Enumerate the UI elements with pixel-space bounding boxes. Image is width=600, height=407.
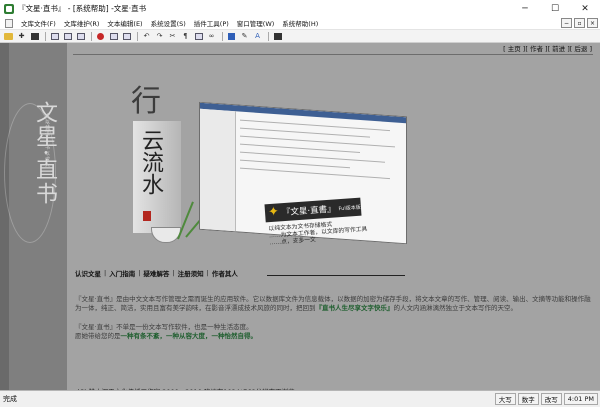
export-icon[interactable]: [121, 31, 132, 41]
cut-icon[interactable]: ✂: [167, 31, 178, 41]
nav-forward-link[interactable]: [ 前进 ]: [548, 43, 570, 53]
intro-paragraph: 『文星·直书』是由中文文本写作管理之需而诞生的应用软件。它以数据库文件为信息载体…: [75, 295, 591, 312]
mdi-minimize-button[interactable]: −: [561, 18, 572, 28]
help-content: [ 主页 ] [ 作者 ] [ 前进 ] [ 后退 ] 行 云流水 ✦ 『文星·…: [67, 43, 600, 396]
toolbar-divider: [222, 31, 223, 41]
stamp-icon[interactable]: [95, 31, 106, 41]
title-bar: 『文星·直书』 - [系统帮助] -文星·直书 ─ ☐ ✕: [0, 0, 600, 17]
star-icon: ✦: [267, 204, 280, 221]
nav-author-link[interactable]: [ 作者 ]: [525, 43, 547, 53]
menu-maintain[interactable]: 文库维护(R): [60, 18, 104, 28]
status-indicators: 大写 数字 改写 4:01 PM: [494, 393, 598, 405]
clock: 4:01 PM: [563, 393, 598, 405]
save-icon[interactable]: [108, 31, 119, 41]
paste-icon[interactable]: [75, 31, 86, 41]
window-title: 『文星·直书』 - [系统帮助] -文星·直书: [18, 4, 147, 13]
link-getting-started[interactable]: 入门指南: [109, 268, 135, 278]
mdi-close-button[interactable]: ×: [587, 18, 598, 28]
status-message: 完成: [3, 395, 17, 403]
help-navigation: [ 主页 ] [ 作者 ] [ 前进 ] [ 后退 ]: [503, 43, 592, 53]
font-size-icon[interactable]: [226, 31, 237, 41]
link-icon[interactable]: ∞: [206, 31, 217, 41]
paragraph-icon[interactable]: ¶: [180, 31, 191, 41]
link-know-wenxing[interactable]: 认识文星: [75, 268, 101, 278]
attitude-paragraph: 『文星·直书』不单是一份文本写作软件，也是一种生活态度。 愿她带给您的是一种有条…: [75, 323, 258, 340]
teacup-icon: [151, 227, 181, 243]
toolbar: ✚ ↶ ↷ ✂ ¶ ∞ ✎ A: [0, 30, 600, 43]
numlock-indicator: 数字: [517, 393, 539, 405]
menu-help[interactable]: 系统帮助(H): [278, 18, 322, 28]
highlight-phrase: 一种有条不紊，一种从容大度，一种怡然自得。: [120, 332, 258, 340]
copy-icon[interactable]: [62, 31, 73, 41]
product-version: Ful版本版: [338, 204, 361, 212]
redo-icon[interactable]: ↷: [154, 31, 165, 41]
menu-plugins[interactable]: 插件工具(P): [190, 18, 233, 28]
sidebar-subtitle: 文以载道 · 书以成人: [44, 113, 50, 169]
app-icon: [4, 3, 14, 14]
link-troubleshooting[interactable]: 疑难解答: [143, 268, 169, 278]
menu-bar: 文库文件(F) 文库维护(R) 文本编辑(E) 系统设置(S) 插件工具(P) …: [0, 17, 600, 30]
close-button[interactable]: ✕: [570, 0, 600, 17]
menu-edit[interactable]: 文本编辑(E): [103, 18, 146, 28]
nav-home-link[interactable]: [ 主页 ]: [503, 43, 525, 53]
document-icon: [5, 18, 13, 28]
calligraphy-char: 行: [131, 84, 161, 119]
mdi-controls: − ▫ ×: [561, 18, 598, 28]
link-about-author[interactable]: 作者其人: [212, 268, 238, 278]
highlight-icon[interactable]: ✎: [239, 31, 250, 41]
help-topic-links: 认识文星 | 入门指南 | 疑难解答 | 注册须知 | 作者其人: [75, 268, 238, 278]
links-underline: [267, 275, 405, 276]
maximize-button[interactable]: ☐: [540, 0, 570, 17]
product-banner: 行 云流水 ✦ 『文星·直書』 Ful版本版 以纯文本为文书存储格式 ……为文本…: [113, 87, 423, 257]
app-screenshot-preview: [199, 101, 407, 245]
calligraphy-column: 云流水: [138, 129, 163, 195]
add-icon[interactable]: ✚: [16, 31, 27, 41]
mdi-restore-button[interactable]: ▫: [574, 18, 585, 28]
nav-divider: [73, 54, 593, 55]
image-icon[interactable]: [193, 31, 204, 41]
window-controls: ─ ☐ ✕: [510, 0, 600, 17]
overwrite-indicator: 改写: [540, 393, 562, 405]
decorative-sidebar: 文星·直书 文以载道 · 书以成人: [0, 43, 67, 390]
link-registration[interactable]: 注册须知: [178, 268, 204, 278]
toolbar-divider: [268, 31, 269, 41]
undo-icon[interactable]: ↶: [141, 31, 152, 41]
toolbar-divider: [91, 31, 92, 41]
red-seal-icon: [143, 211, 151, 221]
nav-back-link[interactable]: [ 后退 ]: [570, 43, 592, 53]
menu-file[interactable]: 文库文件(F): [17, 18, 60, 28]
menu-window[interactable]: 窗口管理(W): [233, 18, 279, 28]
highlight-phrase: 『直书人生尽享文字快乐』: [315, 304, 394, 312]
toolbar-divider: [45, 31, 46, 41]
open-folder-icon[interactable]: [3, 31, 14, 41]
caps-indicator: 大写: [494, 393, 516, 405]
product-name: 『文星·直書』: [281, 204, 336, 219]
menu-settings[interactable]: 系统设置(S): [147, 18, 190, 28]
print-icon[interactable]: [29, 31, 40, 41]
font-color-icon[interactable]: A: [252, 31, 263, 41]
printer-icon[interactable]: [272, 31, 283, 41]
minimize-button[interactable]: ─: [510, 0, 540, 17]
toolbar-divider: [137, 31, 138, 41]
status-bar: 完成 大写 数字 改写 4:01 PM: [0, 390, 600, 407]
document-icon[interactable]: [49, 31, 60, 41]
